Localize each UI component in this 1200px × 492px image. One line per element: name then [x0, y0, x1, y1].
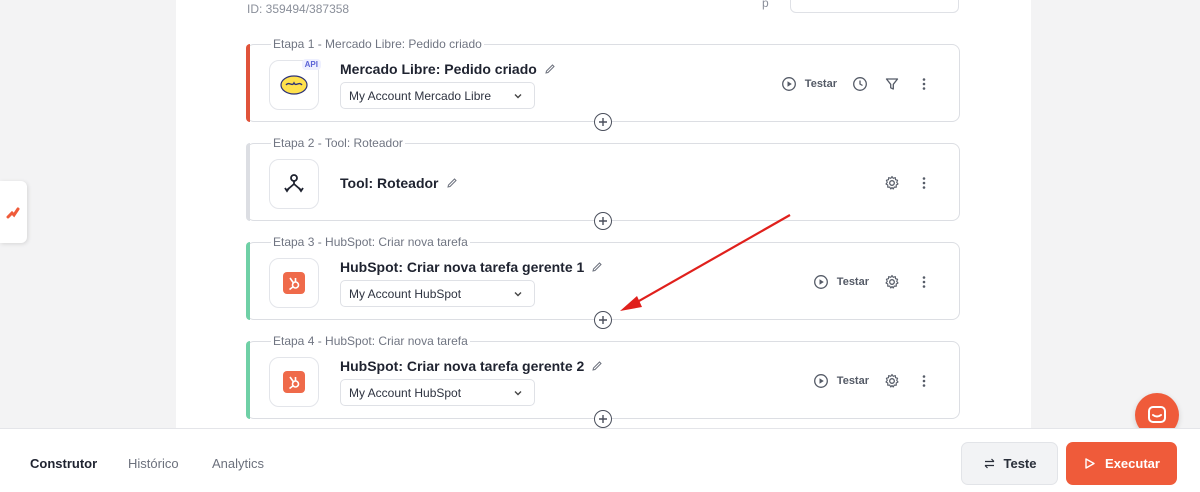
more-options-button[interactable] [915, 75, 933, 93]
plus-icon [599, 118, 607, 126]
gear-icon [885, 274, 899, 289]
pencil-icon[interactable] [591, 360, 603, 372]
settings-button[interactable] [883, 273, 901, 291]
side-panel-tab[interactable] [0, 181, 27, 243]
app-icon-hubspot [269, 258, 319, 308]
step-accent [246, 341, 250, 419]
bottom-bar: Construtor Histórico Analytics Teste Exe… [0, 428, 1200, 492]
more-vertical-icon [922, 177, 926, 189]
app-icon-hubspot [269, 357, 319, 407]
step-card-2[interactable]: Etapa 2 - Tool: Roteador Tool: Roteador [246, 136, 960, 230]
step-label: Etapa 2 - Tool: Roteador [271, 136, 405, 150]
chevron-down-icon [514, 94, 522, 99]
pencil-icon[interactable] [544, 63, 556, 75]
hubspot-icon [283, 371, 305, 393]
step-title-text: HubSpot: Criar nova tarefa gerente 2 [340, 358, 585, 374]
test-step-label: Testar [804, 78, 837, 90]
step-actions: Testar [813, 273, 933, 291]
step-accent [246, 242, 250, 320]
step-title: Tool: Roteador [340, 175, 458, 191]
step-title: HubSpot: Criar nova tarefa gerente 1 [340, 259, 603, 275]
more-options-button[interactable] [915, 372, 933, 390]
more-options-button[interactable] [915, 174, 933, 192]
test-step-button[interactable]: Testar [781, 76, 837, 92]
router-icon [284, 174, 304, 193]
filter-button[interactable] [883, 75, 901, 93]
more-vertical-icon [922, 78, 926, 90]
account-select-value: My Account HubSpot [349, 385, 462, 400]
gear-icon [885, 373, 899, 388]
workflow-id: ID: 359494/387358 [247, 2, 350, 16]
step-label: Etapa 1 - Mercado Libre: Pedido criado [271, 37, 484, 51]
top-field-label: p [762, 0, 769, 10]
add-step-button[interactable] [594, 212, 612, 230]
step-title-text: HubSpot: Criar nova tarefa gerente 1 [340, 259, 585, 275]
test-step-button[interactable]: Testar [813, 373, 869, 389]
play-icon [1085, 458, 1095, 469]
account-select[interactable]: My Account HubSpot [340, 280, 535, 307]
play-circle-icon [813, 374, 828, 388]
plus-icon [599, 316, 607, 324]
clock-icon [853, 77, 867, 91]
step-card-1[interactable]: Etapa 1 - Mercado Libre: Pedido criado A… [246, 37, 960, 131]
tab-analytics[interactable]: Analytics [212, 456, 264, 471]
settings-button[interactable] [883, 174, 901, 192]
schedule-button[interactable] [851, 75, 869, 93]
account-select-value: My Account HubSpot [349, 286, 462, 301]
play-circle-icon [781, 77, 796, 91]
brand-logo-icon [6, 207, 19, 219]
step-card-3[interactable]: Etapa 3 - HubSpot: Criar nova tarefa Hub… [246, 235, 960, 329]
test-button-label: Teste [1003, 456, 1037, 471]
chevron-down-icon [514, 391, 522, 396]
mercado-libre-icon [280, 75, 308, 95]
chevron-down-icon [514, 292, 522, 297]
step-actions [883, 174, 933, 192]
pencil-icon[interactable] [591, 261, 603, 273]
test-step-button[interactable]: Testar [813, 274, 869, 290]
settings-button[interactable] [883, 372, 901, 390]
step-actions: Testar [781, 75, 933, 93]
app-icon-router [269, 159, 319, 209]
step-label: Etapa 4 - HubSpot: Criar nova tarefa [271, 334, 470, 348]
test-button[interactable]: Teste [961, 442, 1058, 485]
step-title: Mercado Libre: Pedido criado [340, 61, 556, 77]
account-select[interactable]: My Account HubSpot [340, 379, 535, 406]
app-icon-mercado-libre: API [269, 59, 321, 110]
step-title-text: Mercado Libre: Pedido criado [340, 61, 537, 77]
test-step-label: Testar [836, 276, 869, 288]
account-select[interactable]: My Account Mercado Libre [340, 82, 535, 109]
api-badge: API [301, 59, 321, 70]
more-vertical-icon [922, 276, 926, 288]
more-options-button[interactable] [915, 273, 933, 291]
add-step-button[interactable] [594, 113, 612, 131]
step-accent [246, 44, 250, 122]
chat-icon [1148, 406, 1166, 423]
tab-construtor[interactable]: Construtor [30, 456, 97, 471]
pencil-icon[interactable] [446, 177, 458, 189]
tab-historico[interactable]: Histórico [128, 456, 179, 471]
step-title: HubSpot: Criar nova tarefa gerente 2 [340, 358, 603, 374]
swap-icon [984, 458, 994, 469]
run-button-label: Executar [1105, 456, 1160, 471]
account-select-value: My Account Mercado Libre [349, 88, 492, 103]
step-label: Etapa 3 - HubSpot: Criar nova tarefa [271, 235, 470, 249]
run-button[interactable]: Executar [1066, 442, 1177, 485]
filter-icon [885, 78, 899, 90]
plus-icon [599, 415, 607, 423]
plus-icon [599, 217, 607, 225]
add-step-button[interactable] [594, 311, 612, 329]
top-select-field[interactable] [790, 0, 959, 13]
step-title-text: Tool: Roteador [340, 175, 439, 191]
gear-icon [885, 175, 899, 190]
step-accent [246, 143, 250, 221]
step-card-4[interactable]: Etapa 4 - HubSpot: Criar nova tarefa Hub… [246, 334, 960, 428]
step-actions: Testar [813, 372, 933, 390]
test-step-label: Testar [836, 375, 869, 387]
hubspot-icon [283, 272, 305, 294]
play-circle-icon [813, 275, 828, 289]
more-vertical-icon [922, 375, 926, 387]
add-step-button[interactable] [594, 410, 612, 428]
